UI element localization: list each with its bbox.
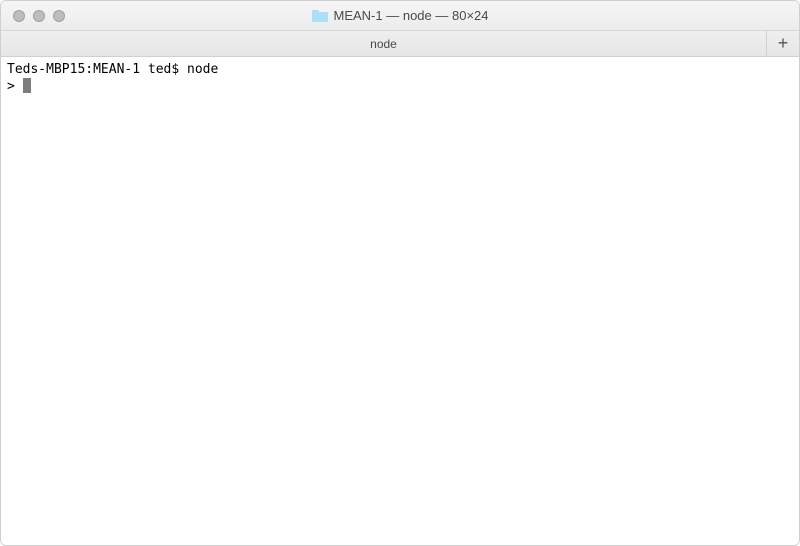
shell-command: node: [187, 62, 218, 77]
terminal-body[interactable]: Teds-MBP15:MEAN-1 ted$ node>: [1, 57, 799, 545]
cursor-icon: [23, 78, 31, 93]
folder-icon: [312, 10, 328, 22]
repl-prompt: >: [7, 79, 23, 94]
minimize-icon[interactable]: [33, 10, 45, 22]
terminal-line-2: >: [7, 78, 793, 95]
window-title-group: MEAN-1 — node — 80×24: [1, 8, 799, 23]
terminal-line-1: Teds-MBP15:MEAN-1 ted$ node: [7, 61, 793, 78]
tab-bar: node +: [1, 31, 799, 57]
tab-node[interactable]: node: [1, 31, 767, 56]
tab-label: node: [370, 37, 397, 51]
plus-icon: +: [778, 33, 789, 54]
terminal-window: MEAN-1 — node — 80×24 node + Teds-MBP15:…: [0, 0, 800, 546]
shell-prompt: Teds-MBP15:MEAN-1 ted$: [7, 62, 187, 77]
titlebar[interactable]: MEAN-1 — node — 80×24: [1, 1, 799, 31]
window-controls: [1, 10, 65, 22]
new-tab-button[interactable]: +: [767, 31, 799, 56]
zoom-icon[interactable]: [53, 10, 65, 22]
window-title: MEAN-1 — node — 80×24: [334, 8, 489, 23]
close-icon[interactable]: [13, 10, 25, 22]
